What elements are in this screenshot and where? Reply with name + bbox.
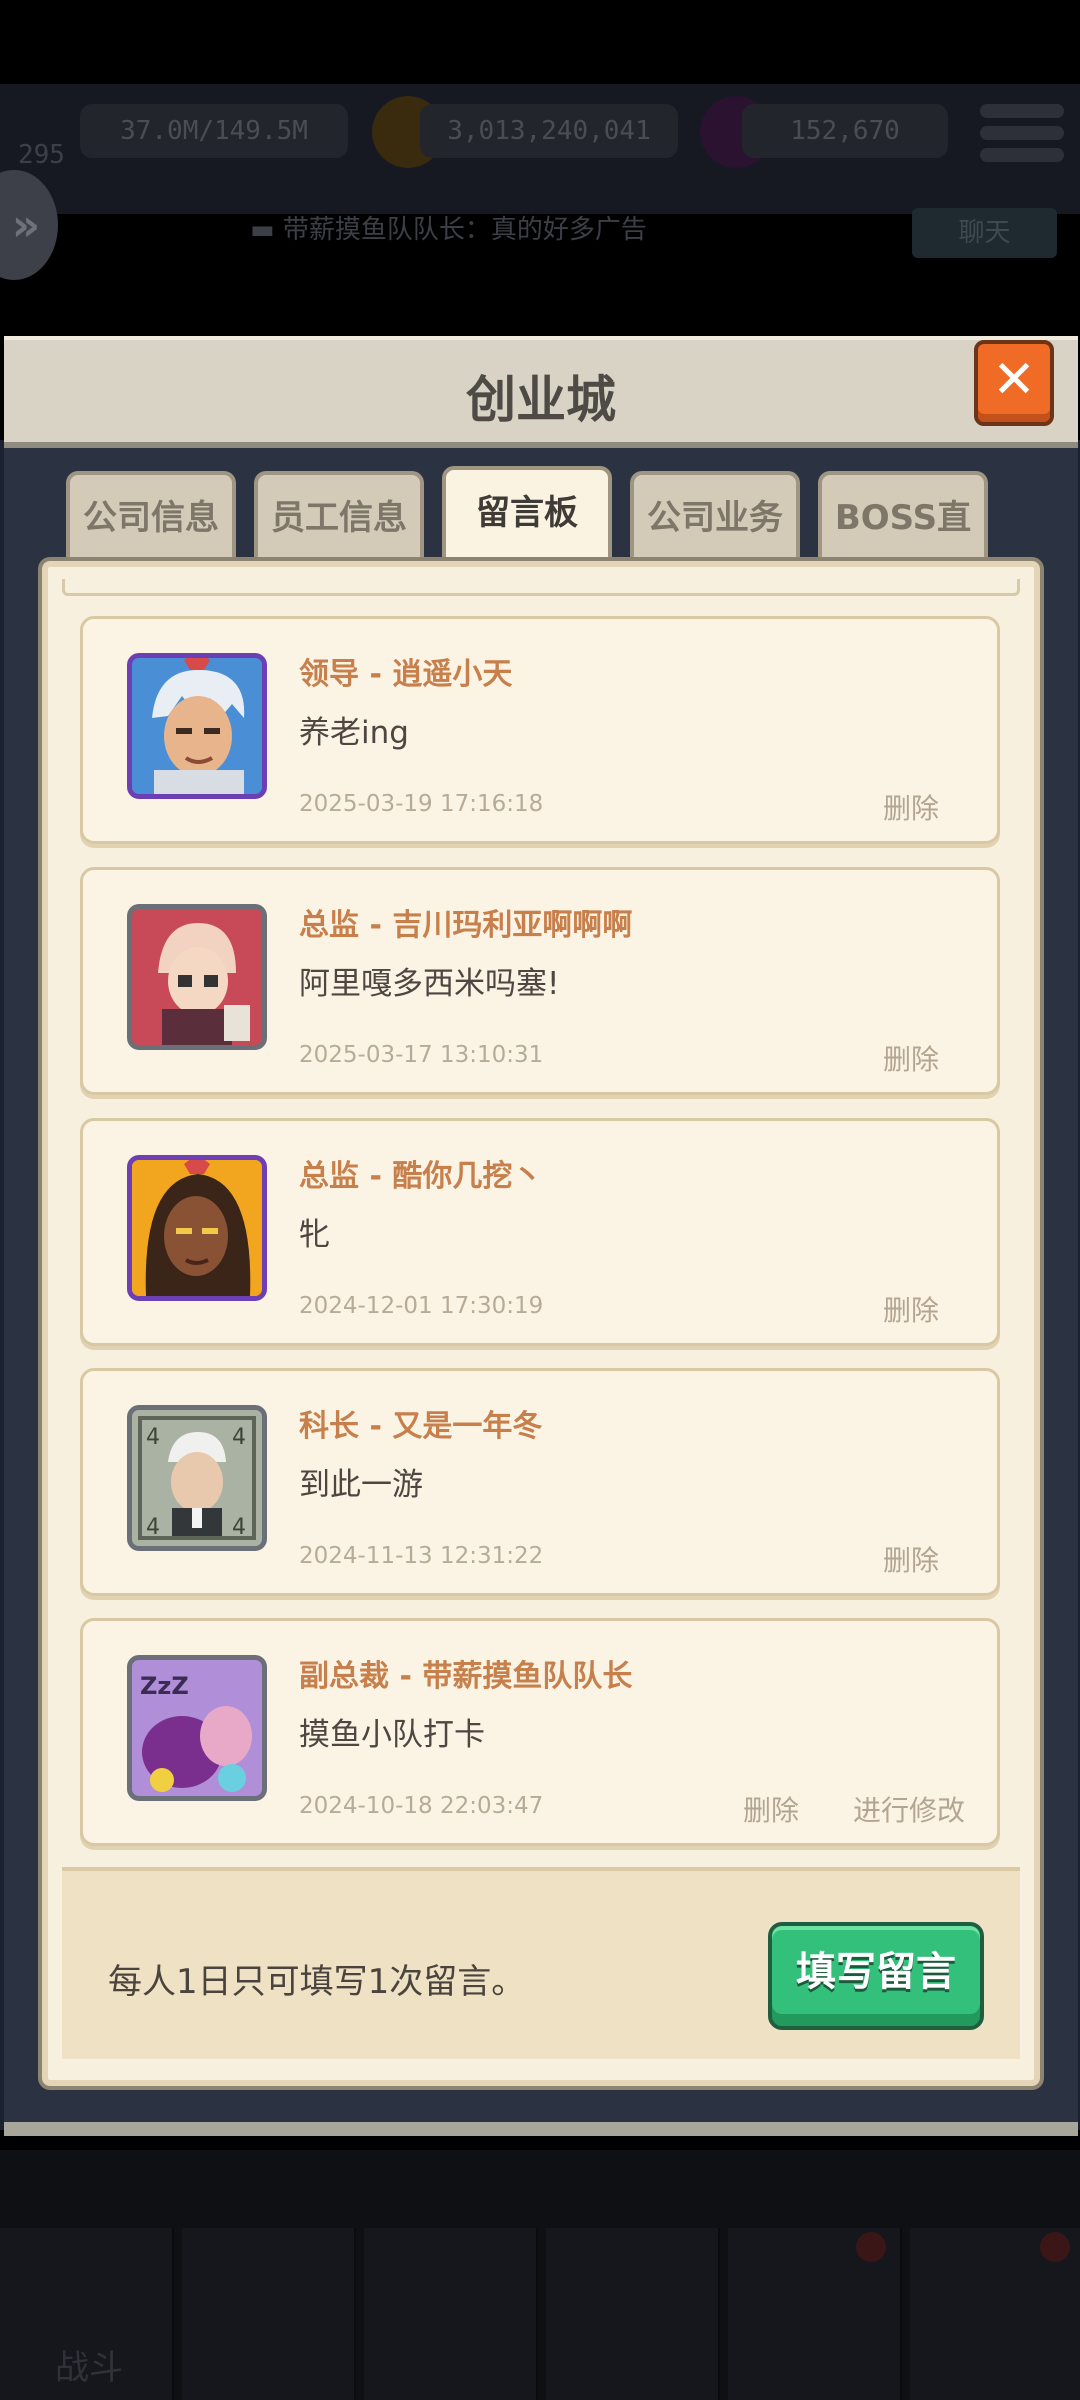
write-message-button[interactable]: 填写留言 <box>768 1922 984 2030</box>
message-time: 2024-12-01 17:30:19 <box>299 1293 544 1319</box>
dark-hair-woman-portrait <box>132 1160 262 1296</box>
player-level: 295 <box>18 140 65 170</box>
svg-text:4: 4 <box>146 1515 160 1540</box>
pink-hair-girl-portrait <box>132 909 262 1045</box>
energy-counter: 37.0M/149.5M <box>80 104 348 158</box>
message-text: 阿里嘎多西米吗塞! <box>299 966 560 1002</box>
white-hair-leader-portrait <box>132 658 262 794</box>
delete-button[interactable]: 删除 <box>883 787 939 827</box>
message-time: 2024-11-13 12:31:22 <box>299 1543 544 1569</box>
panel-divider <box>62 579 1020 596</box>
nav-item-4[interactable] <box>546 2228 720 2400</box>
avatar: ZzZ <box>127 1655 267 1801</box>
message-text: 牝 <box>299 1217 330 1253</box>
message-time: 2024-10-18 22:03:47 <box>299 1793 544 1819</box>
chat-button[interactable]: 聊天 <box>912 208 1057 258</box>
nav-item-3[interactable] <box>364 2228 538 2400</box>
nav-item-2[interactable] <box>182 2228 356 2400</box>
svg-text:4: 4 <box>146 1425 160 1450</box>
chat-bubble-icon: ▬ <box>250 215 283 245</box>
delete-button[interactable]: 删除 <box>883 1539 939 1579</box>
notification-badge <box>1040 2232 1070 2262</box>
tab-message-board[interactable]: 留言板 <box>442 466 612 566</box>
chat-preview-text: 带薪摸鱼队队长：真的好多广告 <box>282 215 647 245</box>
message-author: 总监 - 酷你几挖丶 <box>299 1159 543 1194</box>
close-icon: ✕ <box>992 350 1036 410</box>
tab-company-business[interactable]: 公司业务 <box>630 471 800 561</box>
message-author: 科长 - 又是一年冬 <box>299 1409 543 1444</box>
avatar <box>127 904 267 1050</box>
delete-button[interactable]: 删除 <box>883 1038 939 1078</box>
modal-title: 创业城 <box>466 371 616 429</box>
gem-counter: 152,670 <box>742 104 948 158</box>
gold-counter: 3,013,240,041 <box>420 104 678 158</box>
message-card: 4 4 4 4 科长 - 又是一年冬 到此一游 2024-11-13 12:31… <box>80 1368 1000 1596</box>
message-time: 2025-03-17 13:10:31 <box>299 1042 544 1068</box>
delete-button[interactable]: 删除 <box>883 1289 939 1329</box>
tab-company-info[interactable]: 公司信息 <box>66 471 236 561</box>
avatar: 4 4 4 4 <box>127 1405 267 1551</box>
edit-button[interactable]: 进行修改 <box>853 1789 965 1829</box>
message-card: 总监 - 吉川玛利亚啊啊啊 阿里嘎多西米吗塞! 2025-03-17 13:10… <box>80 867 1000 1095</box>
message-text: 养老ing <box>299 715 409 751</box>
avatar <box>127 653 267 799</box>
svg-text:4: 4 <box>232 1425 246 1450</box>
tab-employee-info[interactable]: 员工信息 <box>254 471 424 561</box>
close-button[interactable]: ✕ <box>974 340 1054 426</box>
message-author: 总监 - 吉川玛利亚啊啊啊 <box>299 908 633 943</box>
tab-boss-recruit[interactable]: BOSS直聘 <box>818 471 988 624</box>
message-card: 领导 - 逍遥小天 养老ing 2025-03-19 17:16:18 删除 <box>80 616 1000 844</box>
message-author: 领导 - 逍遥小天 <box>299 657 513 692</box>
menu-icon[interactable] <box>980 96 1064 180</box>
daily-limit-note: 每人1日只可填写1次留言。 <box>108 1962 526 2002</box>
message-card: 总监 - 酷你几挖丶 牝 2024-12-01 17:30:19 删除 <box>80 1118 1000 1346</box>
avatar <box>127 1155 267 1301</box>
svg-text:4: 4 <box>232 1515 246 1540</box>
message-text: 摸鱼小队打卡 <box>299 1717 485 1753</box>
modal-header: 创业城 <box>4 336 1078 448</box>
nav-battle-label: 战斗 <box>55 2348 123 2388</box>
message-text: 到此一游 <box>299 1467 423 1503</box>
svg-text:ZzZ: ZzZ <box>140 1672 189 1700</box>
message-author: 副总裁 - 带薪摸鱼队队长 <box>299 1659 633 1694</box>
message-card: ZzZ 副总裁 - 带薪摸鱼队队长 摸鱼小队打卡 2024-10-18 22:0… <box>80 1618 1000 1846</box>
delete-button[interactable]: 删除 <box>743 1789 799 1829</box>
notification-badge <box>856 2232 886 2262</box>
old-man-card-portrait: 4 4 4 4 <box>132 1410 262 1546</box>
sleeping-monster-portrait: ZzZ <box>132 1660 262 1796</box>
message-time: 2025-03-19 17:16:18 <box>299 791 544 817</box>
